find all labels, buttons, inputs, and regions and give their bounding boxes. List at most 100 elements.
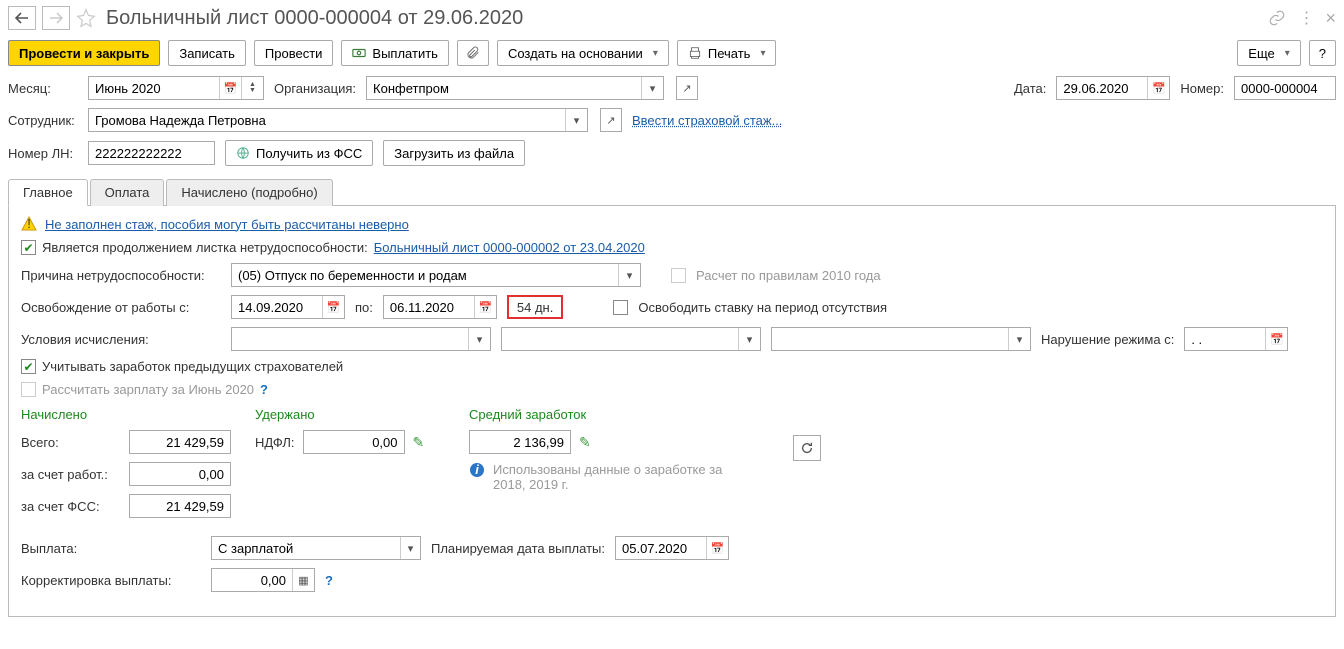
- release-rate-label: Освободить ставку на период отсутствия: [638, 300, 887, 315]
- pay-button[interactable]: Выплатить: [341, 40, 449, 66]
- correction-field[interactable]: ▦: [211, 568, 315, 592]
- tab-main-pane: ! Не заполнен стаж, пособия могут быть р…: [8, 206, 1336, 617]
- help-button[interactable]: ?: [1309, 40, 1336, 66]
- withheld-head: Удержано: [255, 407, 445, 422]
- condition2-field[interactable]: ▾: [501, 327, 761, 351]
- dropdown-icon[interactable]: ▾: [738, 328, 760, 350]
- warning-icon: !: [21, 216, 37, 232]
- insurance-link[interactable]: Ввести страховой стаж...: [632, 113, 782, 128]
- print-icon: [688, 46, 702, 60]
- leave-from-field[interactable]: 📅: [231, 295, 345, 319]
- page-title: Больничный лист 0000-000004 от 29.06.202…: [106, 7, 1262, 30]
- month-field[interactable]: 📅 ▲▼: [88, 76, 264, 100]
- link-icon[interactable]: [1268, 9, 1286, 27]
- total-label: Всего:: [21, 435, 121, 450]
- close-icon[interactable]: ×: [1325, 8, 1336, 29]
- ndfl-field[interactable]: [303, 430, 405, 454]
- continuation-link[interactable]: Больничный лист 0000-000002 от 23.04.202…: [374, 240, 645, 255]
- correction-help[interactable]: ?: [325, 573, 333, 588]
- condition1-field[interactable]: ▾: [231, 327, 491, 351]
- org-field[interactable]: ▾: [366, 76, 664, 100]
- calculator-icon[interactable]: ▦: [292, 569, 314, 591]
- load-file-button[interactable]: Загрузить из файла: [383, 140, 525, 166]
- employer-field[interactable]: [129, 462, 231, 486]
- stepper-icon[interactable]: ▲▼: [241, 77, 263, 99]
- tab-payment[interactable]: Оплата: [90, 179, 165, 206]
- continuation-checkbox[interactable]: ✔: [21, 240, 36, 255]
- post-button[interactable]: Провести: [254, 40, 334, 66]
- avg-field[interactable]: [469, 430, 571, 454]
- menu-icon[interactable]: ⋮: [1298, 8, 1313, 28]
- ln-label: Номер ЛН:: [8, 146, 78, 161]
- leave-to-label: по:: [355, 300, 373, 315]
- reason-field[interactable]: ▾: [231, 263, 641, 287]
- date-field[interactable]: 📅: [1056, 76, 1170, 100]
- consider-prev-label: Учитывать заработок предыдущих страховат…: [42, 359, 343, 374]
- tab-accrued[interactable]: Начислено (подробно): [166, 179, 332, 206]
- dropdown-icon[interactable]: ▾: [618, 264, 640, 286]
- consider-prev-checkbox[interactable]: ✔: [21, 359, 36, 374]
- dropdown-icon[interactable]: ▾: [641, 77, 663, 99]
- refresh-button[interactable]: [793, 435, 821, 461]
- calendar-icon[interactable]: 📅: [706, 537, 728, 559]
- dropdown-icon[interactable]: ▾: [565, 109, 587, 131]
- warning-link[interactable]: Не заполнен стаж, пособия могут быть рас…: [45, 217, 409, 232]
- employee-label: Сотрудник:: [8, 113, 78, 128]
- release-rate-checkbox[interactable]: [613, 300, 628, 315]
- attach-button[interactable]: [457, 40, 489, 66]
- fss-button[interactable]: Получить из ФСС: [225, 140, 373, 166]
- create-based-button[interactable]: Создать на основании▾: [497, 40, 669, 66]
- edit-ndfl-icon[interactable]: ✎: [413, 434, 425, 451]
- toolbar: Провести и закрыть Записать Провести Вып…: [8, 40, 1336, 66]
- tab-main[interactable]: Главное: [8, 179, 88, 206]
- date-label: Дата:: [1014, 81, 1046, 96]
- condition3-field[interactable]: ▾: [771, 327, 1031, 351]
- dropdown-icon[interactable]: ▾: [1008, 328, 1030, 350]
- ln-field[interactable]: [88, 141, 215, 165]
- fss-label: Получить из ФСС: [256, 146, 362, 161]
- payout-field[interactable]: ▾: [211, 536, 421, 560]
- leave-to-field[interactable]: 📅: [383, 295, 497, 319]
- more-button[interactable]: Еще▾: [1237, 40, 1300, 66]
- print-button[interactable]: Печать▾: [677, 40, 777, 66]
- calendar-icon[interactable]: 📅: [219, 77, 241, 99]
- save-button[interactable]: Записать: [168, 40, 246, 66]
- leave-from-label: Освобождение от работы с:: [21, 300, 221, 315]
- edit-avg-icon[interactable]: ✎: [579, 434, 591, 451]
- calendar-icon[interactable]: 📅: [322, 296, 344, 318]
- dropdown-icon[interactable]: ▾: [468, 328, 490, 350]
- rule2010-label: Расчет по правилам 2010 года: [696, 268, 881, 283]
- payout-label: Выплата:: [21, 541, 201, 556]
- tabs: Главное Оплата Начислено (подробно): [8, 178, 1336, 206]
- employer-label: за счет работ.:: [21, 467, 121, 482]
- money-icon: [352, 46, 366, 60]
- correction-label: Корректировка выплаты:: [21, 573, 201, 588]
- org-label: Организация:: [274, 81, 356, 96]
- employee-field[interactable]: ▾: [88, 108, 588, 132]
- svg-text:i: i: [475, 462, 479, 477]
- fss-amount-label: за счет ФСС:: [21, 499, 121, 514]
- accrued-head: Начислено: [21, 407, 231, 422]
- recalc-help[interactable]: ?: [260, 382, 268, 397]
- fss-amount-field[interactable]: [129, 494, 231, 518]
- forward-button[interactable]: [42, 6, 70, 30]
- violation-field[interactable]: 📅: [1184, 327, 1288, 351]
- conditions-label: Условия исчисления:: [21, 332, 221, 347]
- number-field[interactable]: [1234, 76, 1336, 100]
- number-label: Номер:: [1180, 81, 1224, 96]
- dropdown-icon[interactable]: ▾: [400, 537, 420, 559]
- paperclip-icon: [466, 46, 480, 60]
- post-and-close-button[interactable]: Провести и закрыть: [8, 40, 160, 66]
- recalc-salary-checkbox: [21, 382, 36, 397]
- org-open-icon[interactable]: ↗: [676, 76, 698, 100]
- calendar-icon[interactable]: 📅: [1147, 77, 1169, 99]
- favorite-icon[interactable]: [76, 8, 96, 28]
- total-field[interactable]: [129, 430, 231, 454]
- globe-icon: [236, 146, 250, 160]
- planned-date-field[interactable]: 📅: [615, 536, 729, 560]
- back-button[interactable]: [8, 6, 36, 30]
- employee-open-icon[interactable]: ↗: [600, 108, 622, 132]
- calendar-icon[interactable]: 📅: [1265, 328, 1287, 350]
- info-icon: i: [469, 462, 485, 478]
- calendar-icon[interactable]: 📅: [474, 296, 496, 318]
